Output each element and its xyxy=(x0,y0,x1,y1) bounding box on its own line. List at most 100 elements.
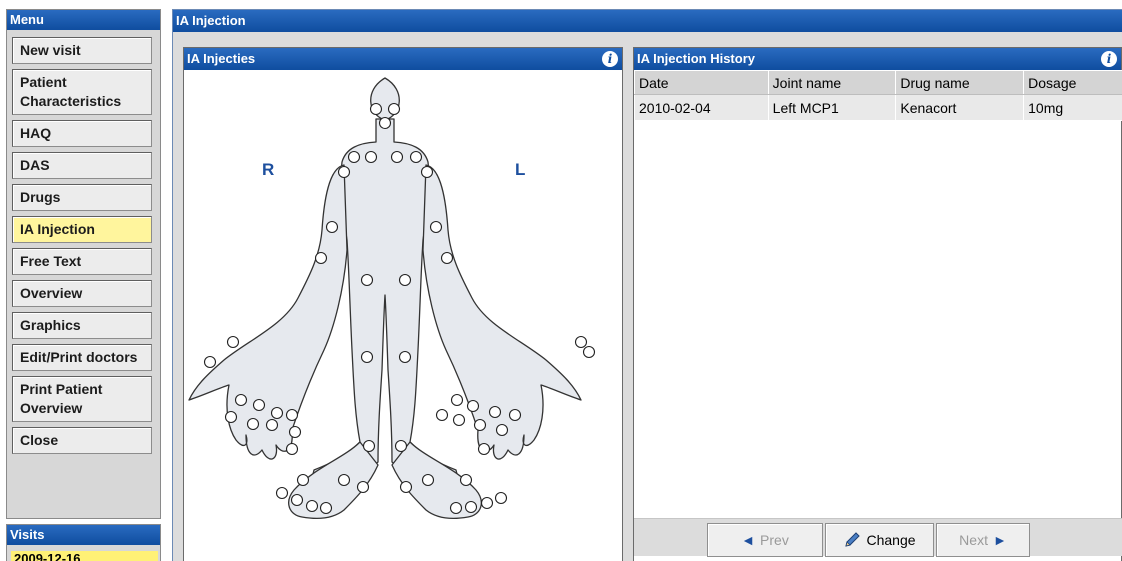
body-arm-right xyxy=(188,164,348,460)
visits-panel: Visits 2009-12-16 xyxy=(6,524,161,561)
menu-panel: Menu New visit Patient Characteristics HAQ… xyxy=(6,9,161,519)
menu-item-haq[interactable]: HAQ xyxy=(12,120,152,147)
joint-marker[interactable] xyxy=(459,473,473,487)
joint-marker[interactable] xyxy=(275,486,289,500)
joint-marker[interactable] xyxy=(409,150,423,164)
menu-item-edit-print-doctors[interactable]: Edit/Print doctors xyxy=(12,344,152,371)
menu-item-label: Edit/Print doctors xyxy=(20,349,138,365)
prev-button[interactable]: ◄ Prev xyxy=(707,523,823,557)
arrow-right-icon: ► xyxy=(992,532,1007,548)
joint-marker[interactable] xyxy=(420,165,434,179)
joint-marker[interactable] xyxy=(394,439,408,453)
joint-marker[interactable] xyxy=(360,273,374,287)
joint-marker[interactable] xyxy=(360,350,374,364)
cell-drug: Kenacort xyxy=(895,94,1025,121)
joint-marker[interactable] xyxy=(378,116,392,130)
pencil-icon xyxy=(845,532,861,547)
joint-marker[interactable] xyxy=(347,150,361,164)
column-header-dosage[interactable]: Dosage xyxy=(1023,70,1122,95)
joint-marker[interactable] xyxy=(203,355,217,369)
joint-marker[interactable] xyxy=(399,480,413,494)
info-icon[interactable]: i xyxy=(1101,51,1117,67)
joint-marker[interactable] xyxy=(224,410,238,424)
column-header-drug[interactable]: Drug name xyxy=(895,70,1025,95)
menu-item-ia-injection[interactable]: IA Injection xyxy=(12,216,152,243)
menu-item-new-visit[interactable]: New visit xyxy=(12,37,152,64)
joint-marker[interactable] xyxy=(390,150,404,164)
joint-marker[interactable] xyxy=(364,150,378,164)
menu-item-drugs[interactable]: Drugs xyxy=(12,184,152,211)
joint-marker[interactable] xyxy=(226,335,240,349)
joint-marker[interactable] xyxy=(362,439,376,453)
joint-marker[interactable] xyxy=(252,398,266,412)
menu-item-label: Free Text xyxy=(20,253,82,269)
joint-marker[interactable] xyxy=(449,501,463,515)
menu-item-label: Drugs xyxy=(20,189,61,205)
menu-item-label: Print Patient Overview xyxy=(20,381,103,416)
joint-marker[interactable] xyxy=(495,423,509,437)
joint-marker[interactable] xyxy=(582,345,596,359)
joint-marker[interactable] xyxy=(477,442,491,456)
visit-entry[interactable]: 2009-12-16 xyxy=(11,551,158,561)
cell-date: 2010-02-04 xyxy=(634,94,769,121)
joint-marker[interactable] xyxy=(450,393,464,407)
joint-marker[interactable] xyxy=(337,165,351,179)
info-icon[interactable]: i xyxy=(602,51,618,67)
joint-marker[interactable] xyxy=(369,102,383,116)
joint-marker[interactable] xyxy=(398,273,412,287)
injecties-header: IA Injecties i xyxy=(184,48,622,70)
column-header-joint[interactable]: Joint name xyxy=(767,70,897,95)
menu-item-patient-characteristics[interactable]: Patient Characteristics xyxy=(12,69,152,115)
menu-item-close[interactable]: Close xyxy=(12,427,152,454)
joint-marker[interactable] xyxy=(234,393,248,407)
joint-marker[interactable] xyxy=(246,417,260,431)
joint-marker[interactable] xyxy=(305,499,319,513)
joint-marker[interactable] xyxy=(421,473,435,487)
menu-item-das[interactable]: DAS xyxy=(12,152,152,179)
joint-marker[interactable] xyxy=(494,491,508,505)
joint-marker[interactable] xyxy=(440,251,454,265)
joint-marker[interactable] xyxy=(480,496,494,510)
joint-marker[interactable] xyxy=(296,473,310,487)
change-label: Change xyxy=(866,532,916,548)
joint-marker[interactable] xyxy=(270,406,284,420)
visits-title: Visits xyxy=(7,525,160,545)
history-panel: IA Injection History i Date Joint name D… xyxy=(633,47,1122,561)
history-nav-bar: ◄ Prev Change Next ► xyxy=(634,518,1122,557)
injecties-title: IA Injecties xyxy=(187,51,256,66)
joint-marker[interactable] xyxy=(314,251,328,265)
menu-item-overview[interactable]: Overview xyxy=(12,280,152,307)
joint-marker[interactable] xyxy=(325,220,339,234)
joint-marker[interactable] xyxy=(466,399,480,413)
joint-marker[interactable] xyxy=(356,480,370,494)
joint-marker[interactable] xyxy=(319,501,333,515)
joint-marker[interactable] xyxy=(429,220,443,234)
next-button[interactable]: Next ► xyxy=(936,523,1030,557)
joint-marker[interactable] xyxy=(290,493,304,507)
joint-marker[interactable] xyxy=(473,418,487,432)
joint-marker[interactable] xyxy=(488,405,502,419)
menu-item-print-patient-overview[interactable]: Print Patient Overview xyxy=(12,376,152,422)
joint-marker[interactable] xyxy=(387,102,401,116)
joint-marker[interactable] xyxy=(574,335,588,349)
joint-marker[interactable] xyxy=(285,442,299,456)
menu-item-free-text[interactable]: Free Text xyxy=(12,248,152,275)
joint-marker[interactable] xyxy=(435,408,449,422)
joint-marker[interactable] xyxy=(288,425,302,439)
joint-marker[interactable] xyxy=(464,500,478,514)
joint-marker[interactable] xyxy=(398,350,412,364)
joint-marker[interactable] xyxy=(337,473,351,487)
joint-marker[interactable] xyxy=(285,408,299,422)
menu-item-graphics[interactable]: Graphics xyxy=(12,312,152,339)
joint-marker[interactable] xyxy=(265,418,279,432)
change-button[interactable]: Change xyxy=(825,523,934,557)
menu-item-label: Graphics xyxy=(20,317,81,333)
menu-item-label: Patient Characteristics xyxy=(20,74,122,109)
joint-marker[interactable] xyxy=(508,408,522,422)
table-row[interactable]: 2010-02-04 Left MCP1 Kenacort 10mg xyxy=(634,94,1122,121)
menu-title: Menu xyxy=(7,10,160,30)
joint-marker[interactable] xyxy=(452,413,466,427)
column-header-date[interactable]: Date xyxy=(634,70,769,95)
main-title: IA Injection xyxy=(173,10,1122,32)
history-table: Date Joint name Drug name Dosage 2010-02… xyxy=(634,70,1122,121)
